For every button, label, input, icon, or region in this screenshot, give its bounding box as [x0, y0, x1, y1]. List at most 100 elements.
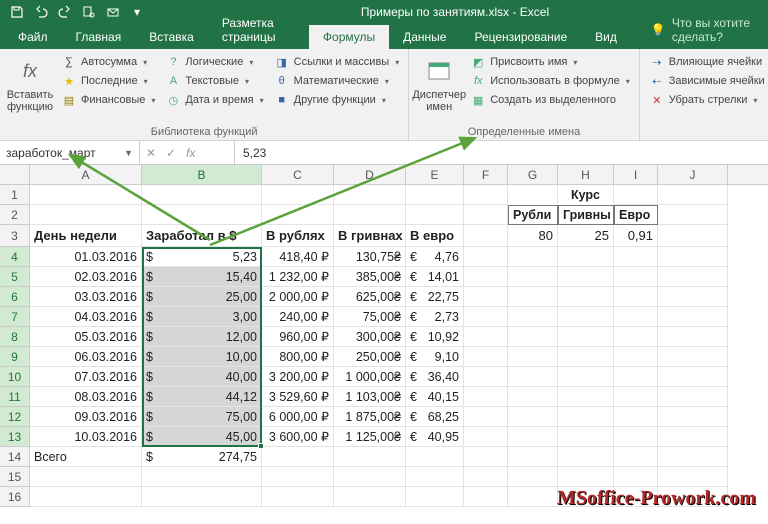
cell[interactable]: [658, 307, 728, 327]
cell[interactable]: 04.03.2016: [30, 307, 142, 327]
cell[interactable]: 05.03.2016: [30, 327, 142, 347]
cell[interactable]: 300,00₴: [334, 327, 406, 347]
cell[interactable]: 3 600,00 ₽: [262, 427, 334, 447]
cell[interactable]: $12,00: [142, 327, 262, 347]
cell[interactable]: [508, 347, 558, 367]
row-header[interactable]: 1: [0, 185, 30, 205]
cell[interactable]: [464, 247, 508, 267]
cell[interactable]: [558, 367, 614, 387]
cell[interactable]: 07.03.2016: [30, 367, 142, 387]
name-dropdown-icon[interactable]: ▼: [124, 148, 133, 158]
cell[interactable]: Рубли: [508, 205, 558, 225]
cell[interactable]: [464, 267, 508, 287]
tab-view[interactable]: Вид: [581, 25, 631, 49]
cell[interactable]: [508, 185, 558, 205]
cell[interactable]: [558, 447, 614, 467]
cell[interactable]: [142, 185, 262, 205]
cell[interactable]: 75,00₴: [334, 307, 406, 327]
col-header[interactable]: E: [406, 165, 464, 184]
cell[interactable]: €36,40: [406, 367, 464, 387]
row-header[interactable]: 15: [0, 467, 30, 487]
cell[interactable]: 0,91: [614, 225, 658, 247]
autosum-button[interactable]: ∑Автосумма▾: [58, 53, 158, 71]
cell[interactable]: 960,00 ₽: [262, 327, 334, 347]
cell[interactable]: [558, 307, 614, 327]
cell[interactable]: [614, 347, 658, 367]
cell[interactable]: [658, 287, 728, 307]
cell[interactable]: [658, 407, 728, 427]
cell[interactable]: [406, 205, 464, 225]
cell[interactable]: [558, 267, 614, 287]
cell[interactable]: [30, 205, 142, 225]
cell[interactable]: 418,40 ₽: [262, 247, 334, 267]
cell[interactable]: €4,76: [406, 247, 464, 267]
name-box[interactable]: заработок_март ▼: [0, 141, 140, 164]
cell[interactable]: [558, 407, 614, 427]
col-header[interactable]: F: [464, 165, 508, 184]
cell[interactable]: [508, 447, 558, 467]
cell[interactable]: [508, 327, 558, 347]
cell[interactable]: [658, 247, 728, 267]
fill-handle[interactable]: [258, 443, 264, 449]
cell[interactable]: [464, 347, 508, 367]
cell[interactable]: [558, 387, 614, 407]
cell[interactable]: В рублях: [262, 225, 334, 247]
cell[interactable]: [334, 185, 406, 205]
cell[interactable]: 2 000,00 ₽: [262, 287, 334, 307]
cell[interactable]: 130,75₴: [334, 247, 406, 267]
cell[interactable]: [262, 447, 334, 467]
cell[interactable]: [614, 307, 658, 327]
more-button[interactable]: ■Другие функции▾: [271, 91, 403, 109]
undo-icon[interactable]: [30, 2, 52, 22]
cell[interactable]: €14,01: [406, 267, 464, 287]
cell[interactable]: [658, 225, 728, 247]
cell[interactable]: [508, 307, 558, 327]
cell[interactable]: 09.03.2016: [30, 407, 142, 427]
worksheet[interactable]: A B C D E F G H I J 1 Курс 2: [0, 165, 768, 507]
cell[interactable]: [658, 387, 728, 407]
cell[interactable]: $15,40: [142, 267, 262, 287]
text-button[interactable]: AТекстовые▾: [162, 72, 266, 90]
redo-icon[interactable]: [54, 2, 76, 22]
cell[interactable]: 1 103,00₴: [334, 387, 406, 407]
remove-arrows-button[interactable]: ✕Убрать стрелки▾: [646, 91, 768, 109]
cell[interactable]: [508, 247, 558, 267]
cell[interactable]: [508, 287, 558, 307]
preview-icon[interactable]: [78, 2, 100, 22]
tab-data[interactable]: Данные: [389, 25, 460, 49]
cell[interactable]: [614, 327, 658, 347]
cell[interactable]: [406, 185, 464, 205]
cell[interactable]: [658, 267, 728, 287]
cell[interactable]: В евро: [406, 225, 464, 247]
cell[interactable]: [464, 185, 508, 205]
use-in-formula-button[interactable]: fxИспользовать в формуле▾: [467, 72, 633, 90]
cell[interactable]: [334, 447, 406, 467]
cell[interactable]: [614, 247, 658, 267]
cell[interactable]: 6 000,00 ₽: [262, 407, 334, 427]
cell[interactable]: [558, 347, 614, 367]
math-button[interactable]: θМатематические▾: [271, 72, 403, 90]
cell[interactable]: $274,75: [142, 447, 262, 467]
cell[interactable]: [508, 367, 558, 387]
cell[interactable]: [508, 407, 558, 427]
cell[interactable]: 06.03.2016: [30, 347, 142, 367]
cell[interactable]: Гривны: [558, 205, 614, 225]
cell[interactable]: [658, 347, 728, 367]
tab-home[interactable]: Главная: [62, 25, 136, 49]
row-header[interactable]: 5: [0, 267, 30, 287]
cell[interactable]: $10,00: [142, 347, 262, 367]
cell[interactable]: [658, 367, 728, 387]
create-from-selection-button[interactable]: ▦Создать из выделенного: [467, 91, 633, 109]
col-header[interactable]: D: [334, 165, 406, 184]
cell[interactable]: 1 232,00 ₽: [262, 267, 334, 287]
cell[interactable]: [464, 427, 508, 447]
cell[interactable]: $45,00: [142, 427, 262, 447]
cell[interactable]: [558, 247, 614, 267]
cell[interactable]: [464, 225, 508, 247]
row-header[interactable]: 9: [0, 347, 30, 367]
cell[interactable]: [334, 205, 406, 225]
cell[interactable]: В гривнах: [334, 225, 406, 247]
tell-me-box[interactable]: 💡 Что вы хотите сделать?: [641, 11, 764, 49]
cell[interactable]: 1 000,00₴: [334, 367, 406, 387]
col-header[interactable]: H: [558, 165, 614, 184]
